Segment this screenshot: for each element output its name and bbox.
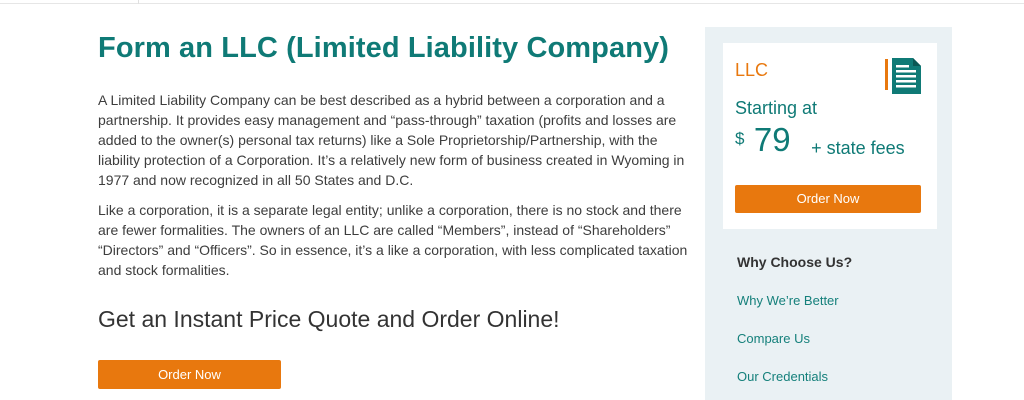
sidebar-order-now-button[interactable]: Order Now bbox=[735, 185, 921, 213]
price-amount: 79 bbox=[753, 121, 791, 158]
why-better-link[interactable]: Why We’re Better bbox=[737, 293, 839, 308]
price-quote-heading: Get an Instant Price Quote and Order Onl… bbox=[98, 306, 560, 332]
why-choose-us-heading: Why Choose Us? bbox=[737, 254, 853, 270]
details-paragraph: Like a corporation, it is a separate leg… bbox=[98, 202, 688, 278]
credentials-link[interactable]: Our Credentials bbox=[737, 369, 828, 384]
main-content: Form an LLC (Limited Liability Company) … bbox=[98, 28, 688, 389]
product-label: LLC bbox=[735, 60, 769, 80]
tab-divider bbox=[138, 0, 139, 4]
page-title: Form an LLC (Limited Liability Company) bbox=[98, 32, 670, 64]
intro-paragraph: A Limited Liability Company can be best … bbox=[98, 92, 685, 188]
document-icon bbox=[885, 58, 921, 94]
starting-at-text: Starting at bbox=[735, 98, 818, 118]
order-now-button[interactable]: Order Now bbox=[98, 360, 281, 389]
compare-us-link[interactable]: Compare Us bbox=[737, 331, 810, 346]
currency-symbol: $ bbox=[735, 129, 745, 148]
state-fees-text: + state fees bbox=[811, 138, 905, 158]
top-border bbox=[0, 0, 1024, 4]
price-row: $ 79 + state fees bbox=[735, 121, 905, 159]
price-card: LLC Starting at $ 79 + state fees Order … bbox=[723, 43, 937, 229]
sidebar: LLC Starting at $ 79 + state fees Order … bbox=[705, 27, 952, 400]
